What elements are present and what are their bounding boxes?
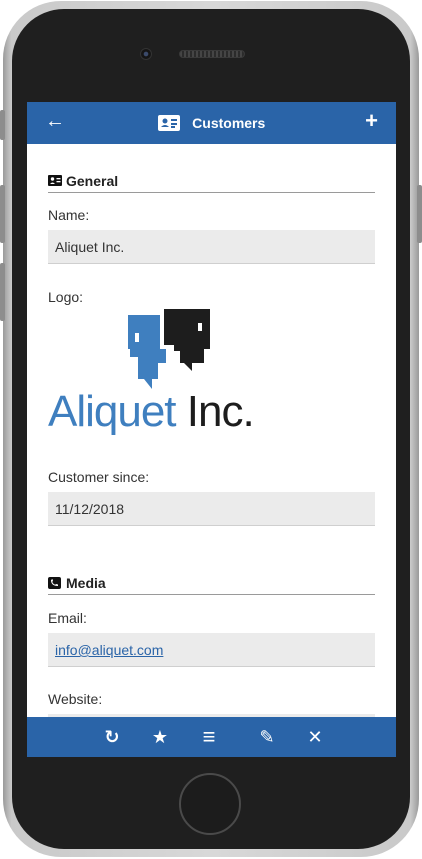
section-media-title: Media	[66, 575, 106, 591]
customer-since-field[interactable]: 11/12/2018	[48, 492, 375, 526]
logo-label: Logo:	[48, 289, 84, 305]
app-screen: ← Customers + General Name: Aliquet Inc.…	[27, 102, 396, 757]
home-button[interactable]	[179, 773, 241, 835]
bottom-toolbar: ↻ ★ ≡ ✎ ✕	[27, 717, 396, 757]
name-label: Name:	[48, 207, 90, 223]
star-icon[interactable]: ★	[149, 726, 171, 748]
top-bar: ← Customers +	[27, 102, 396, 144]
add-icon[interactable]: +	[365, 110, 378, 132]
section-general-title: General	[66, 173, 119, 189]
email-field[interactable]: info@aliquet.com	[48, 633, 375, 667]
id-card-icon	[157, 114, 180, 131]
mute-switch	[0, 110, 5, 140]
volume-up-button	[0, 185, 5, 243]
section-media-header: Media	[48, 574, 375, 595]
customer-since-label: Customer since:	[48, 469, 150, 485]
email-link[interactable]: info@aliquet.com	[55, 642, 163, 658]
logo-wordmark: Aliquet Inc.	[48, 387, 255, 436]
logo-text-aliquet: Aliquet	[48, 387, 177, 436]
edit-icon[interactable]: ✎	[256, 726, 278, 748]
menu-icon[interactable]: ≡	[198, 726, 220, 748]
logo-text-inc: Inc.	[186, 387, 255, 436]
customer-logo: Aliquet Inc.	[48, 304, 298, 440]
name-field[interactable]: Aliquet Inc.	[48, 230, 375, 264]
volume-down-button	[0, 263, 5, 321]
website-label: Website:	[48, 691, 103, 707]
logo-heads-icon	[128, 309, 210, 389]
refresh-icon[interactable]: ↻	[101, 726, 123, 748]
close-icon[interactable]: ✕	[304, 726, 326, 748]
section-general-header: General	[48, 172, 375, 193]
earpiece-speaker	[179, 50, 245, 58]
email-label: Email:	[48, 610, 87, 626]
front-camera	[140, 48, 152, 60]
page-title-group: Customers	[27, 114, 396, 132]
phone-icon	[48, 577, 61, 589]
page-title: Customers	[192, 114, 266, 131]
power-button	[417, 185, 422, 243]
id-card-icon	[48, 175, 62, 186]
